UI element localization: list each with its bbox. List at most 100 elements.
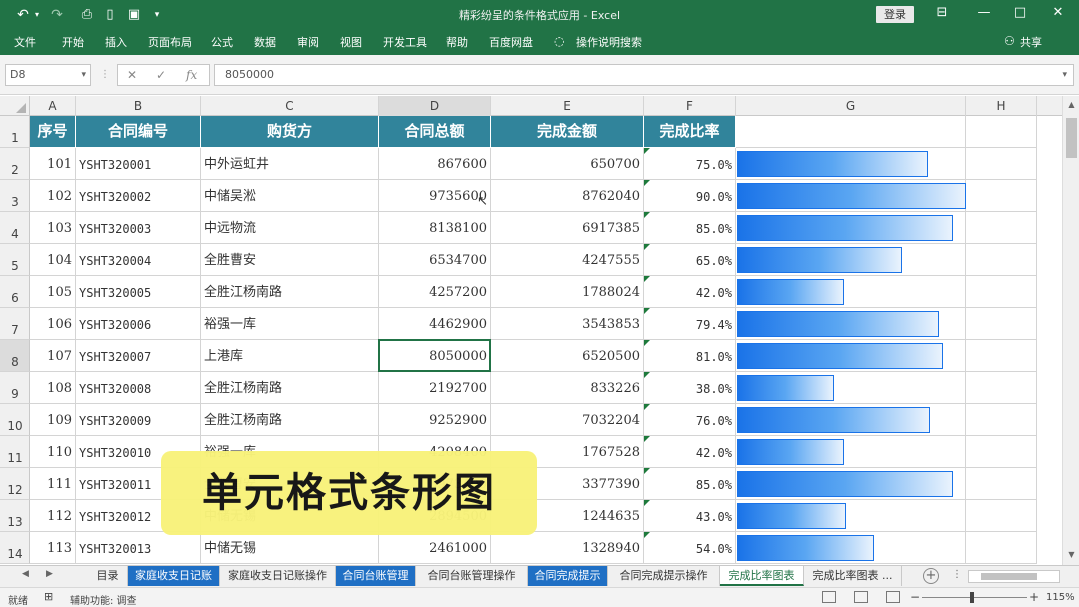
- cell-ratio[interactable]: 42.0%: [644, 276, 736, 308]
- empty-cell[interactable]: [966, 468, 1037, 500]
- sheet-tab[interactable]: 合同台账管理: [336, 566, 416, 586]
- cell-total[interactable]: 2461000: [379, 532, 491, 564]
- cell-done[interactable]: 4247555: [491, 244, 644, 276]
- cell-done[interactable]: 1328940: [491, 532, 644, 564]
- cell-seq[interactable]: 112: [30, 500, 76, 532]
- cell-seq[interactable]: 102: [30, 180, 76, 212]
- cell-buyer[interactable]: 全胜江杨南路: [201, 372, 379, 404]
- empty-cell[interactable]: [966, 212, 1037, 244]
- tab-page-layout[interactable]: 页面布局: [148, 34, 192, 50]
- normal-view-icon[interactable]: [822, 591, 836, 603]
- cell-ratio[interactable]: 54.0%: [644, 532, 736, 564]
- cell-total[interactable]: 6534700: [379, 244, 491, 276]
- row-header[interactable]: 13: [0, 500, 30, 532]
- cell-total[interactable]: 2192700: [379, 372, 491, 404]
- cell-buyer[interactable]: 中外运虹井: [201, 148, 379, 180]
- cell-done[interactable]: 7032204: [491, 404, 644, 436]
- insert-function-icon[interactable]: fx: [186, 68, 197, 82]
- cell-code[interactable]: YSHT320001: [76, 148, 201, 180]
- tab-review[interactable]: 审阅: [297, 34, 319, 50]
- cell-buyer[interactable]: 中远物流: [201, 212, 379, 244]
- cell-buyer[interactable]: 中储无锡: [201, 532, 379, 564]
- cell-seq[interactable]: 108: [30, 372, 76, 404]
- formula-input[interactable]: 8050000 ▾: [214, 64, 1074, 86]
- cell-code[interactable]: YSHT320005: [76, 276, 201, 308]
- cell-ratio[interactable]: 42.0%: [644, 436, 736, 468]
- row-header[interactable]: 14: [0, 532, 30, 564]
- sheet-prev-icon[interactable]: ◀: [22, 569, 29, 579]
- column-header-d[interactable]: D: [379, 96, 491, 116]
- row-header[interactable]: 4: [0, 212, 30, 244]
- chevron-down-icon[interactable]: ▾: [81, 65, 86, 85]
- cell-done[interactable]: 650700: [491, 148, 644, 180]
- column-header-g[interactable]: G: [736, 96, 966, 116]
- sheet-tab[interactable]: 完成比率图表: [720, 566, 804, 586]
- empty-cell[interactable]: [966, 116, 1037, 148]
- empty-cell[interactable]: [966, 372, 1037, 404]
- cell-code[interactable]: YSHT320004: [76, 244, 201, 276]
- cell-ratio[interactable]: 79.4%: [644, 308, 736, 340]
- sheet-tab[interactable]: 完成比率图表 ...: [804, 566, 902, 586]
- cell-ratio[interactable]: 76.0%: [644, 404, 736, 436]
- empty-cell[interactable]: [966, 308, 1037, 340]
- cell-buyer[interactable]: 中储吴淞: [201, 180, 379, 212]
- sheet-tab[interactable]: 家庭收支日记账操作: [220, 566, 336, 586]
- vertical-scrollbar[interactable]: ▲ ▼: [1062, 96, 1079, 565]
- scroll-down-icon[interactable]: ▼: [1063, 550, 1079, 559]
- cell-done[interactable]: 3543853: [491, 308, 644, 340]
- header-cell-code[interactable]: 合同编号: [76, 116, 201, 148]
- cell-ratio[interactable]: 43.0%: [644, 500, 736, 532]
- cell-done[interactable]: 6520500: [491, 340, 644, 372]
- cell-buyer[interactable]: 上港库: [201, 340, 379, 372]
- zoom-in-icon[interactable]: +: [1029, 590, 1039, 604]
- empty-cell[interactable]: [966, 436, 1037, 468]
- cell-total[interactable]: 8138100: [379, 212, 491, 244]
- horizontal-scroll-thumb[interactable]: [981, 573, 1037, 580]
- column-header-a[interactable]: A: [30, 96, 76, 116]
- cell-seq[interactable]: 104: [30, 244, 76, 276]
- tab-formulas[interactable]: 公式: [211, 34, 233, 50]
- empty-cell[interactable]: [736, 116, 966, 148]
- cell-done[interactable]: 1788024: [491, 276, 644, 308]
- accessibility-status[interactable]: 辅助功能: 调查: [70, 592, 137, 607]
- tab-data[interactable]: 数据: [254, 34, 276, 50]
- sheet-tab[interactable]: 目录: [88, 566, 128, 586]
- empty-cell[interactable]: [966, 148, 1037, 180]
- empty-cell[interactable]: [966, 180, 1037, 212]
- tab-baidu-netdisk[interactable]: 百度网盘: [489, 34, 533, 50]
- empty-cell[interactable]: [966, 500, 1037, 532]
- cell-code[interactable]: YSHT320003: [76, 212, 201, 244]
- cell-code[interactable]: YSHT320013: [76, 532, 201, 564]
- row-header[interactable]: 10: [0, 404, 30, 436]
- cell-code[interactable]: YSHT320006: [76, 308, 201, 340]
- cell-done[interactable]: 6917385: [491, 212, 644, 244]
- cell-ratio[interactable]: 81.0%: [644, 340, 736, 372]
- row-header[interactable]: 3: [0, 180, 30, 212]
- cell-buyer[interactable]: 全胜江杨南路: [201, 276, 379, 308]
- sheet-tab[interactable]: 合同完成提示: [528, 566, 608, 586]
- empty-cell[interactable]: [966, 340, 1037, 372]
- cell-buyer[interactable]: 全胜曹安: [201, 244, 379, 276]
- cell-seq[interactable]: 105: [30, 276, 76, 308]
- sheet-tab[interactable]: 合同完成提示操作: [608, 566, 720, 586]
- zoom-slider[interactable]: [922, 592, 1027, 603]
- horizontal-scrollbar[interactable]: [968, 570, 1060, 583]
- row-header[interactable]: 7: [0, 308, 30, 340]
- zoom-slider-knob[interactable]: [970, 592, 974, 603]
- tell-me-search[interactable]: 操作说明搜索: [576, 34, 642, 50]
- header-cell-done[interactable]: 完成金额: [491, 116, 644, 148]
- cell-ratio[interactable]: 38.0%: [644, 372, 736, 404]
- tab-file[interactable]: 文件: [14, 34, 36, 50]
- row-header[interactable]: 1: [0, 116, 30, 148]
- empty-cell[interactable]: [966, 276, 1037, 308]
- cell-ratio[interactable]: 90.0%: [644, 180, 736, 212]
- header-cell-ratio[interactable]: 完成比率: [644, 116, 736, 148]
- column-header-b[interactable]: B: [76, 96, 201, 116]
- cell-done[interactable]: 833226: [491, 372, 644, 404]
- tab-home[interactable]: 开始: [62, 34, 84, 50]
- column-header-f[interactable]: F: [644, 96, 736, 116]
- enter-icon[interactable]: ✓: [156, 68, 166, 82]
- empty-cell[interactable]: [966, 404, 1037, 436]
- name-box[interactable]: D8 ▾: [5, 64, 91, 86]
- sheet-next-icon[interactable]: ▶: [46, 569, 53, 579]
